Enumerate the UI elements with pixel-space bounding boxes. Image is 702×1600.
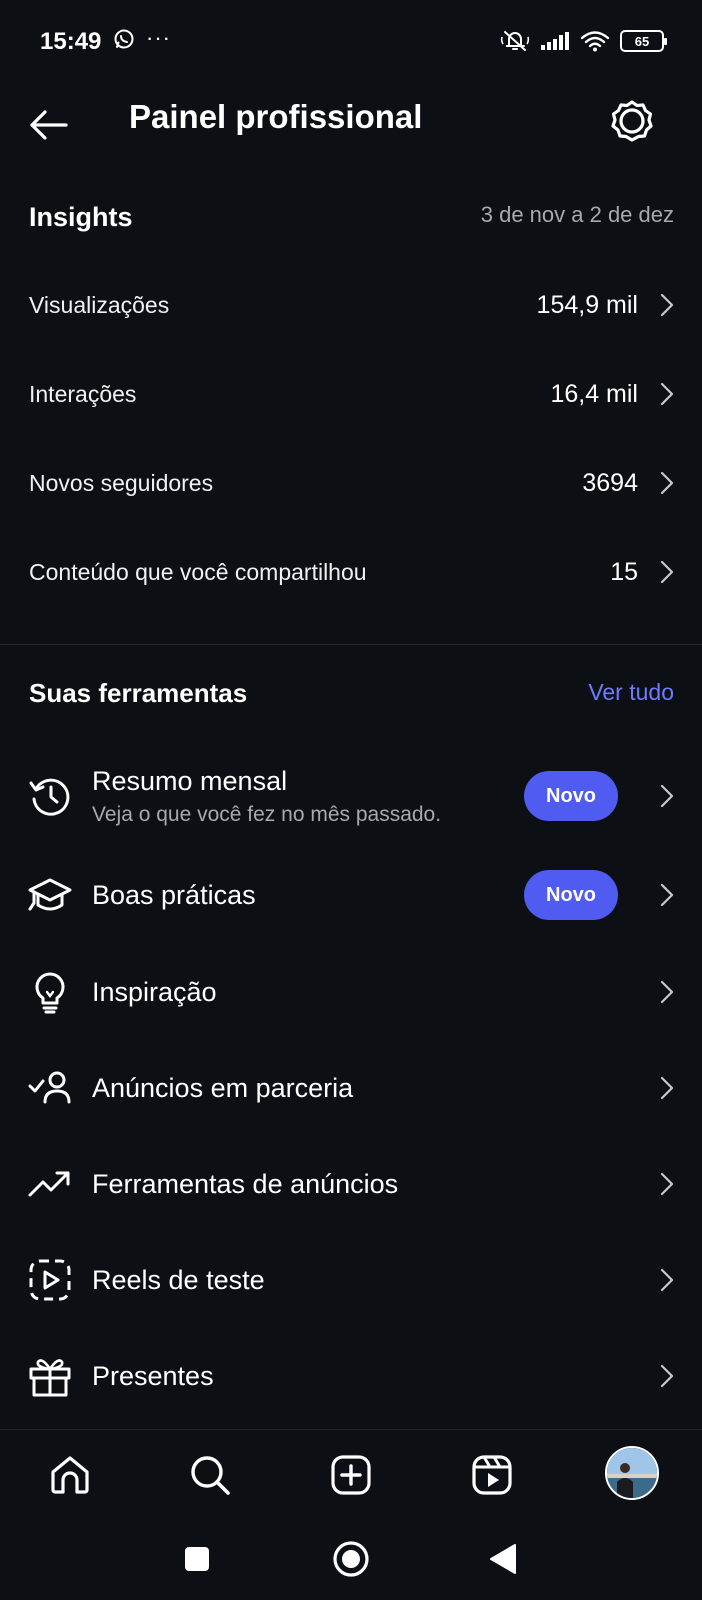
settings-button[interactable] xyxy=(610,99,654,143)
graduation-cap-icon xyxy=(28,873,72,917)
metric-row-new-followers[interactable]: Novos seguidores 3694 xyxy=(29,453,674,513)
back-system-button[interactable] xyxy=(484,1540,522,1578)
metric-value: 15 xyxy=(610,557,638,586)
metric-label: Interações xyxy=(29,380,137,407)
more-notifications-icon: ··· xyxy=(146,25,171,50)
header: Painel profissional xyxy=(0,84,702,190)
home-system-button[interactable] xyxy=(332,1540,370,1578)
tool-label: Ferramentas de anúncios xyxy=(92,1168,399,1199)
status-bar: 15:49 ··· 65 xyxy=(0,0,702,84)
profile-avatar[interactable] xyxy=(605,1446,659,1500)
chevron-right-icon xyxy=(660,471,674,495)
metric-row-views[interactable]: Visualizações 154,9 mil xyxy=(29,275,674,335)
muted-bell-icon xyxy=(500,28,530,54)
new-badge: Novo xyxy=(524,771,618,821)
metric-label: Novos seguidores xyxy=(29,469,214,496)
tool-monthly-summary[interactable]: Resumo mensal Veja o que você fez no mês… xyxy=(28,753,674,839)
chevron-right-icon xyxy=(660,1268,674,1292)
insights-header: Insights 3 de nov a 2 de dez xyxy=(29,200,674,240)
recent-apps-button[interactable] xyxy=(178,1540,216,1578)
chevron-right-icon xyxy=(660,980,674,1004)
chevron-right-icon xyxy=(660,293,674,317)
tool-partnership-ads[interactable]: Anúncios em parceria xyxy=(28,1048,674,1128)
signal-icon xyxy=(540,31,570,51)
back-button[interactable] xyxy=(26,102,72,148)
tool-gifts[interactable]: Presentes xyxy=(28,1336,674,1416)
wifi-icon xyxy=(580,30,610,52)
tool-subtitle: Veja o que você fez no mês passado. xyxy=(92,802,442,826)
chevron-right-icon xyxy=(660,1076,674,1100)
trending-up-icon xyxy=(28,1162,72,1206)
tool-best-practices[interactable]: Boas práticas Novo xyxy=(28,855,674,935)
tool-label: Anúncios em parceria xyxy=(92,1072,354,1103)
tool-label: Reels de teste xyxy=(92,1264,265,1295)
tool-ad-tools[interactable]: Ferramentas de anúncios xyxy=(28,1144,674,1224)
metric-value: 16,4 mil xyxy=(550,379,638,408)
tool-trial-reels[interactable]: Reels de teste xyxy=(28,1240,674,1320)
status-time: 15:49 xyxy=(40,28,102,55)
metric-label: Visualizações xyxy=(29,291,170,318)
metric-value: 154,9 mil xyxy=(536,290,638,319)
gear-icon xyxy=(611,100,653,142)
system-navigation-bar xyxy=(0,1518,702,1600)
reel-test-icon xyxy=(28,1258,72,1302)
tool-inspiration[interactable]: Inspiração xyxy=(28,952,674,1032)
metric-row-interactions[interactable]: Interações 16,4 mil xyxy=(29,364,674,424)
whatsapp-icon xyxy=(113,28,135,50)
chevron-right-icon xyxy=(660,1364,674,1388)
new-badge: Novo xyxy=(524,870,618,920)
date-range[interactable]: 3 de nov a 2 de dez xyxy=(481,202,674,228)
chevron-right-icon xyxy=(660,883,674,907)
tool-label: Resumo mensal xyxy=(92,765,288,796)
chevron-right-icon xyxy=(660,784,674,808)
reels-icon[interactable] xyxy=(469,1452,515,1498)
tools-header: Suas ferramentas Ver tudo xyxy=(29,676,674,716)
create-icon[interactable] xyxy=(328,1452,374,1498)
gift-icon xyxy=(28,1354,72,1398)
history-icon xyxy=(28,774,72,818)
tool-label: Boas práticas xyxy=(92,879,256,910)
see-all-link[interactable]: Ver tudo xyxy=(588,679,674,706)
battery-icon: 65 xyxy=(620,30,667,52)
metric-value: 3694 xyxy=(582,468,638,497)
metric-row-shared-content[interactable]: Conteúdo que você compartilhou 15 xyxy=(29,542,674,602)
section-divider xyxy=(0,644,702,645)
metric-label: Conteúdo que você compartilhou xyxy=(29,558,367,585)
chevron-right-icon xyxy=(660,560,674,584)
page-title: Painel profissional xyxy=(129,98,423,135)
tool-label: Presentes xyxy=(92,1360,214,1391)
arrow-left-icon xyxy=(30,110,68,140)
tool-label: Inspiração xyxy=(92,976,217,1007)
insights-title: Insights xyxy=(29,202,133,232)
home-icon[interactable] xyxy=(47,1452,93,1498)
lightbulb-icon xyxy=(28,970,72,1014)
chevron-right-icon xyxy=(660,382,674,406)
bottom-nav xyxy=(0,1430,702,1518)
tools-title: Suas ferramentas xyxy=(29,678,248,708)
chevron-right-icon xyxy=(660,1172,674,1196)
partner-check-icon xyxy=(28,1066,72,1110)
search-icon[interactable] xyxy=(187,1452,233,1498)
